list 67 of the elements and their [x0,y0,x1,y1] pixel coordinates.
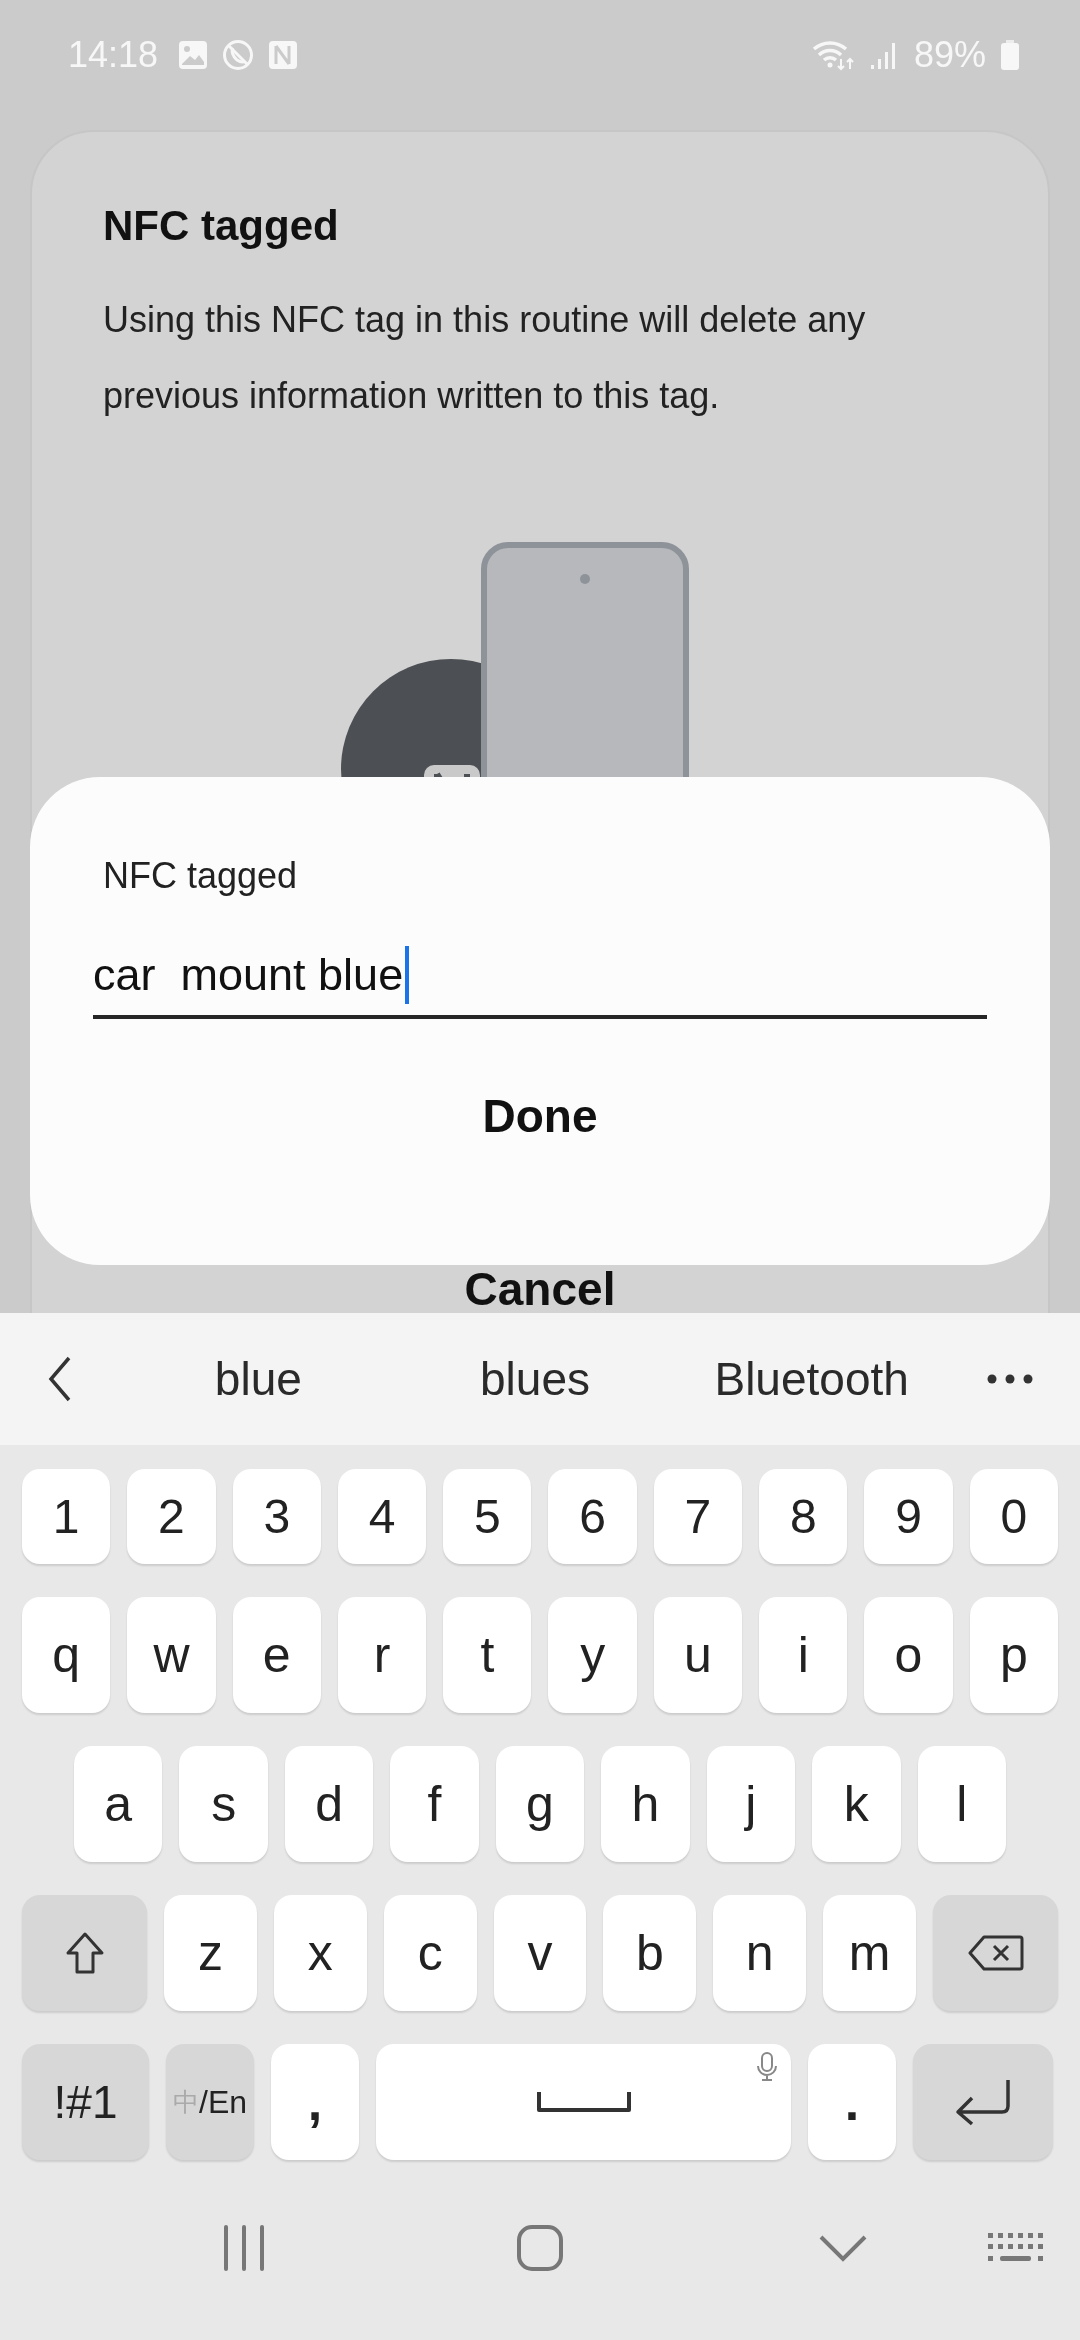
keyboard-key[interactable]: i [759,1597,848,1713]
keyboard-key[interactable]: v [493,1895,587,2011]
keyboard-key[interactable]: k [812,1746,901,1862]
recents-icon [222,2225,266,2271]
keyboard-key[interactable]: 7 [653,1469,743,1564]
done-button[interactable]: Done [452,1081,628,1151]
keyboard-key[interactable]: d [284,1746,374,1862]
keyboard-key[interactable]: f [390,1746,479,1862]
keyboard-key[interactable]: o [864,1597,953,1713]
battery-icon [1000,39,1020,71]
keyboard-key[interactable]: l [917,1746,1006,1862]
keyboard-key[interactable]: e [232,1597,321,1713]
keyboard-key[interactable]: p [969,1597,1058,1713]
keyboard-key[interactable]: 5 [443,1469,532,1564]
enter-key[interactable] [913,2044,1053,2160]
gallery-icon [178,40,209,70]
keyboard-key[interactable]: z [164,1895,257,2011]
more-icon [987,1374,1033,1384]
space-icon [535,2090,632,2114]
keyboard-key[interactable]: 4 [337,1469,427,1564]
keyboard-icon [988,2233,1044,2263]
shift-key[interactable] [22,1895,147,2011]
chevron-down-icon [818,2234,868,2262]
nfc-icon [268,40,299,70]
dialog-title: NFC tagged [102,855,299,897]
card-title: NFC tagged [103,202,340,250]
keyboard-key[interactable]: c [383,1895,477,2011]
wifi-icon [811,39,856,71]
name-input-field[interactable]: car mount blue [93,935,987,1019]
keyboard-key[interactable]: x [273,1895,367,2011]
keyboard-key[interactable]: g [495,1746,585,1862]
keyboard-key[interactable]: 3 [232,1469,321,1564]
keyboard-key[interactable]: s [179,1746,268,1862]
backspace-key[interactable] [933,1895,1058,2011]
keyboard-key[interactable]: y [548,1597,637,1713]
cancel-button[interactable]: Cancel [464,1267,616,1311]
word-suggestion[interactable]: Bluetooth [708,1351,915,1407]
keyboard-key[interactable]: . [808,2044,896,2160]
keyboard-key[interactable]: q [22,1597,111,1713]
enter-icon [954,2078,1012,2126]
home-icon [516,2224,564,2272]
keyboard-key[interactable]: j [706,1746,796,1862]
keyboard-key[interactable]: t [443,1597,532,1713]
keyboard-key[interactable]: h [601,1746,690,1862]
keyboard-key[interactable]: 6 [548,1469,637,1564]
keyboard-key[interactable]: 9 [864,1469,953,1564]
keyboard-key[interactable]: b [603,1895,697,2011]
keyboard-key[interactable]: n [713,1895,807,2011]
microphone-icon [757,2052,777,2082]
shift-icon [64,1931,105,1975]
word-suggestion[interactable]: blues [474,1351,596,1407]
card-message: Using this NFC tag in this routine will delete any previous information written to this tag. [103,298,867,418]
chevron-left-icon [48,1355,72,1403]
keyboard-key[interactable]: m [823,1895,916,2011]
keyboard-key[interactable]: w [127,1597,216,1713]
backspace-icon [967,1935,1024,1971]
keyboard-key[interactable]: 2 [127,1469,216,1564]
keyboard-key[interactable]: 1 [22,1469,111,1564]
no-calls-icon [222,39,255,71]
keyboard-key[interactable]: 8 [759,1469,848,1564]
word-suggestion[interactable]: blue [208,1351,308,1407]
keyboard-key[interactable]: r [337,1597,427,1713]
keyboard-key[interactable]: a [74,1746,163,1862]
keyboard-key[interactable]: , [271,2044,359,2160]
symbols-key[interactable]: !#1 [22,2044,149,2160]
keyboard-key[interactable]: 0 [969,1469,1058,1564]
keyboard-key[interactable]: u [653,1597,743,1713]
